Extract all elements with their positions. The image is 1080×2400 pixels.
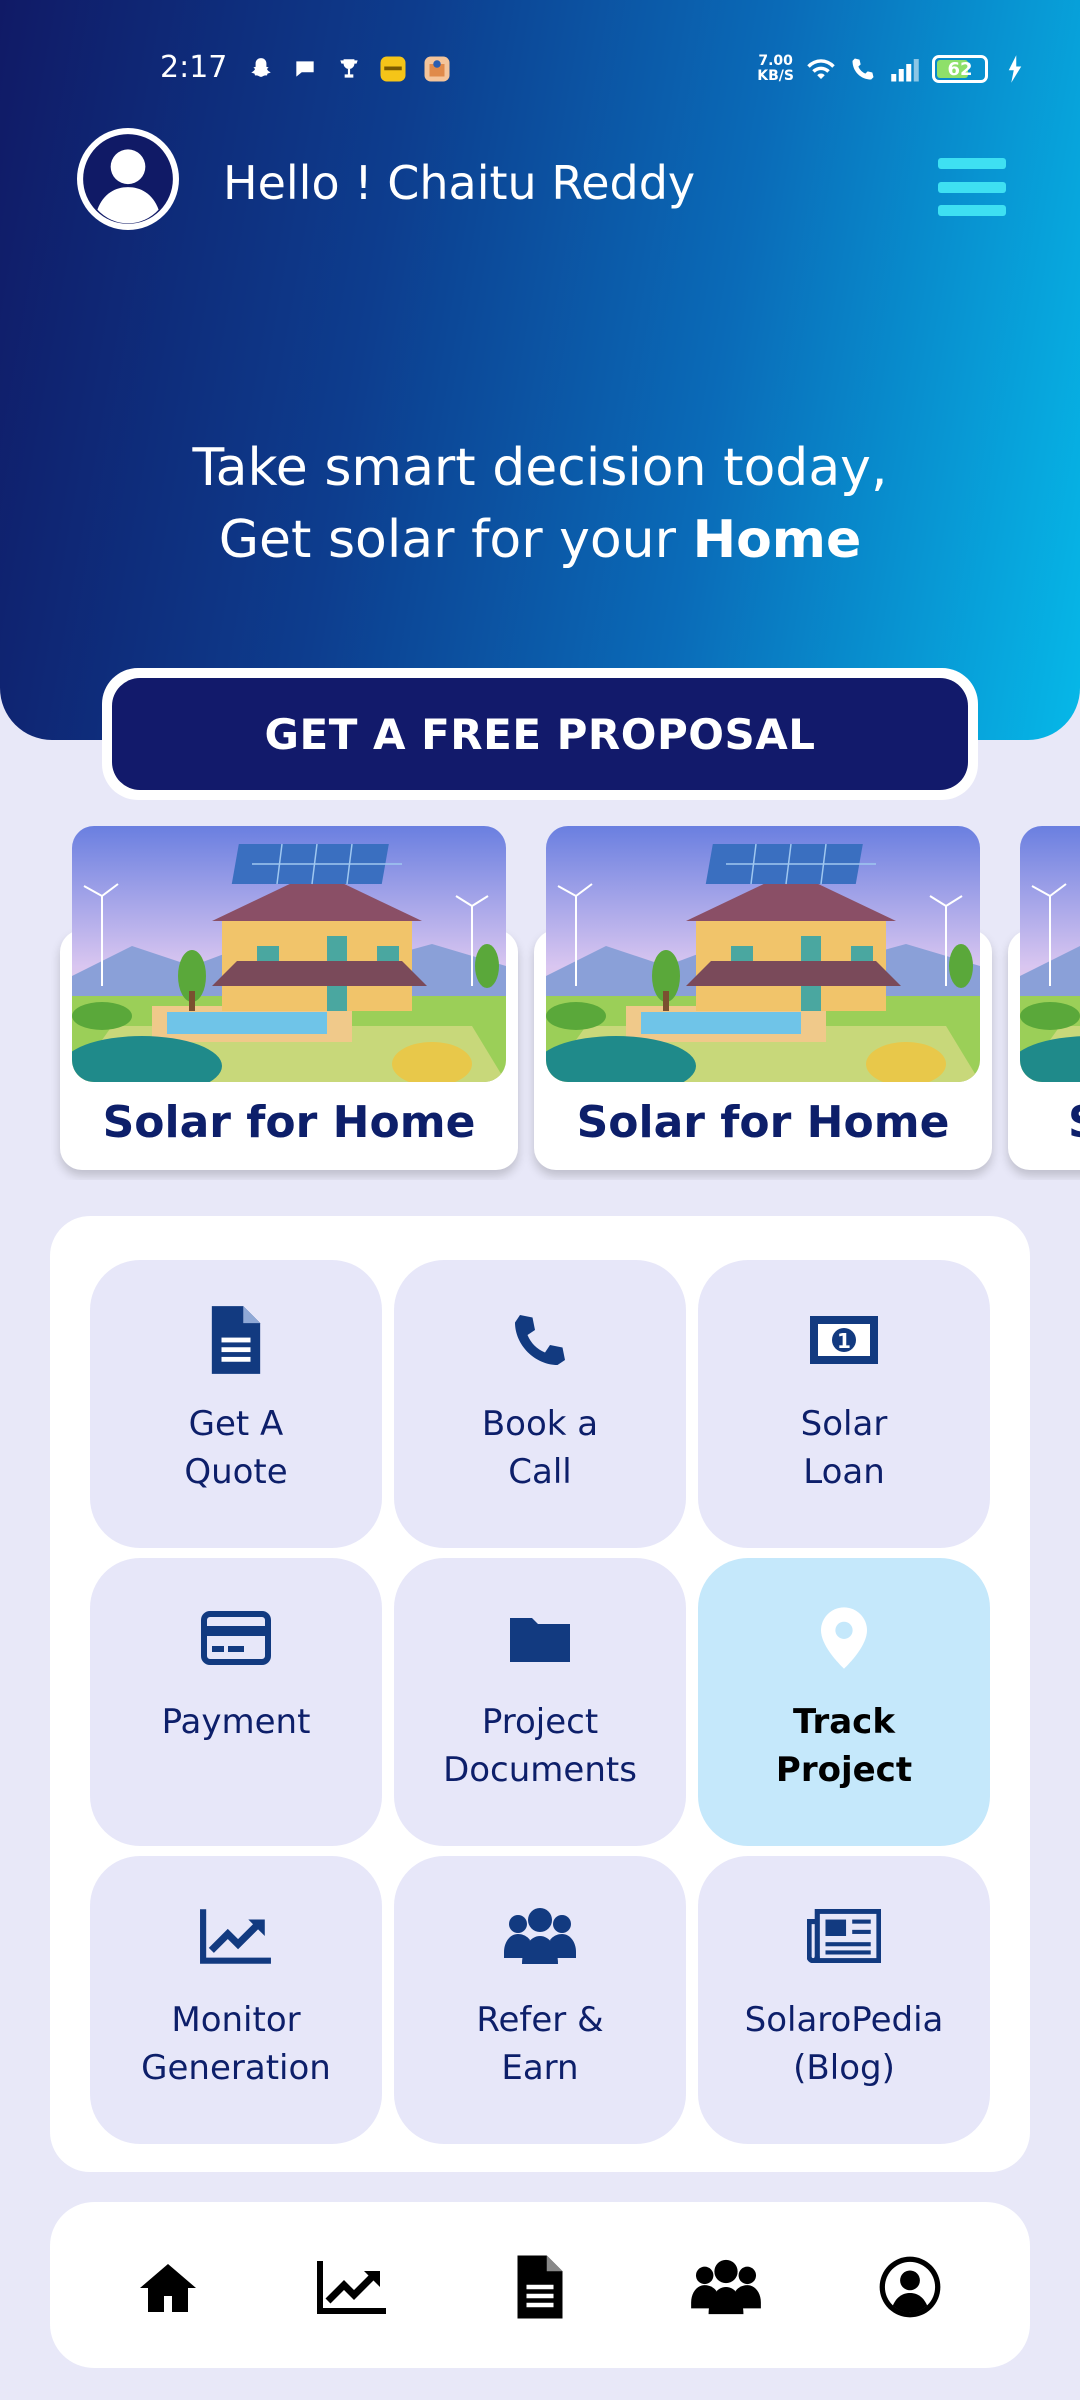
tile-solar-loan[interactable]: 1 Solar Loan bbox=[698, 1260, 990, 1548]
svg-text:1: 1 bbox=[837, 1329, 851, 1353]
hero-banner bbox=[0, 0, 1080, 740]
tile-label-line2: Quote bbox=[184, 1452, 288, 1492]
tile-label-line2: Generation bbox=[141, 2048, 331, 2088]
tile-label: Monitor Generation bbox=[141, 1996, 331, 2092]
nav-profile[interactable] bbox=[870, 2252, 950, 2322]
app-box-icon bbox=[422, 54, 452, 84]
hamburger-menu-icon[interactable] bbox=[938, 158, 1006, 216]
credit-card-icon bbox=[196, 1598, 276, 1678]
trophy-icon bbox=[334, 54, 364, 84]
system-indicators: 7.00 KB/S 62 bbox=[757, 54, 1030, 84]
status-time: 2:17 bbox=[160, 50, 228, 85]
greeting-text: Hello ! Chaitu Reddy bbox=[223, 156, 696, 210]
tile-refer-and-earn[interactable]: Refer & Earn bbox=[394, 1856, 686, 2144]
tagline-bold: Home bbox=[692, 510, 862, 570]
money-icon: 1 bbox=[804, 1300, 884, 1380]
tile-label: Get A Quote bbox=[184, 1400, 287, 1496]
app-yellow-icon bbox=[378, 54, 408, 84]
tile-label-line2: Documents bbox=[443, 1750, 637, 1790]
tile-label-line1: SolaroPedia bbox=[744, 2000, 944, 2040]
charging-icon bbox=[1000, 54, 1030, 84]
notification-icons bbox=[246, 54, 452, 84]
tagline-prefix: Get solar for your bbox=[218, 510, 693, 570]
tile-payment[interactable]: Payment bbox=[90, 1558, 382, 1846]
tile-label: Book a Call bbox=[482, 1400, 598, 1496]
tile-label-line2: Call bbox=[508, 1452, 572, 1492]
tile-label: Solar Loan bbox=[801, 1400, 888, 1496]
tile-book-a-call[interactable]: Book a Call bbox=[394, 1260, 686, 1548]
tile-label-line1: Monitor bbox=[171, 2000, 301, 2040]
user-circle-icon bbox=[83, 134, 173, 224]
tile-label-line1: Refer & bbox=[476, 2000, 604, 2040]
services-panel: Get A Quote Book a Call 1 Solar Loan Pay… bbox=[50, 1216, 1030, 2172]
tile-label-line1: Project bbox=[481, 1702, 599, 1742]
hero-tagline: Take smart decision today, Get solar for… bbox=[0, 432, 1080, 576]
chat-bubble-icon bbox=[290, 54, 320, 84]
solar-house-image bbox=[546, 826, 980, 1082]
chart-line-icon bbox=[196, 1896, 276, 1976]
phone-icon bbox=[500, 1300, 580, 1380]
card-title: Solar for Home bbox=[1008, 1097, 1080, 1148]
speed-unit: KB/S bbox=[757, 68, 794, 84]
tile-label-line1: Get A bbox=[188, 1404, 284, 1444]
tile-label-line2: Project bbox=[775, 1750, 913, 1790]
battery-level: 62 bbox=[947, 58, 973, 80]
document-icon bbox=[517, 2255, 563, 2319]
nav-refer[interactable] bbox=[686, 2252, 766, 2322]
tile-label-line1: Track bbox=[793, 1702, 895, 1742]
tile-label: SolaroPedia (Blog) bbox=[745, 1996, 944, 2092]
document-icon bbox=[196, 1300, 276, 1380]
get-free-proposal-button[interactable]: GET A FREE PROPOSAL bbox=[112, 678, 968, 790]
tile-track-project[interactable]: Track Project bbox=[698, 1558, 990, 1846]
home-icon bbox=[140, 2264, 196, 2312]
tile-monitor-generation[interactable]: Monitor Generation bbox=[90, 1856, 382, 2144]
profile-avatar[interactable] bbox=[77, 128, 179, 230]
tagline-line2: Get solar for your Home bbox=[0, 504, 1080, 576]
bottom-navigation bbox=[50, 2202, 1030, 2368]
status-bar: 2:17 7.00 KB/S 62 bbox=[0, 40, 1080, 104]
tile-label-line2: Loan bbox=[803, 1452, 885, 1492]
user-circle-icon bbox=[879, 2256, 941, 2318]
speed-value: 7.00 bbox=[758, 53, 793, 69]
network-speed: 7.00 KB/S bbox=[757, 54, 794, 84]
card-title: Solar for Home bbox=[102, 1097, 476, 1148]
nav-documents[interactable] bbox=[500, 2252, 580, 2322]
newspaper-icon bbox=[804, 1896, 884, 1976]
tile-label-line2: (Blog) bbox=[793, 2048, 895, 2088]
chart-line-icon bbox=[317, 2261, 386, 2314]
nav-home[interactable] bbox=[128, 2252, 208, 2322]
tagline-line1: Take smart decision today, bbox=[192, 438, 888, 498]
solar-house-image bbox=[1020, 826, 1080, 1082]
tile-label-line1: Solar bbox=[800, 1404, 888, 1444]
wifi-icon bbox=[806, 54, 836, 84]
proposal-button-frame: GET A FREE PROPOSAL bbox=[102, 668, 978, 800]
card-title: Solar for Home bbox=[576, 1097, 950, 1148]
users-icon bbox=[500, 1896, 580, 1976]
tile-project-documents[interactable]: Project Documents bbox=[394, 1558, 686, 1846]
tile-label: Project Documents bbox=[443, 1698, 637, 1794]
tile-label-line1: Book a bbox=[481, 1404, 599, 1444]
tile-label-line1: Payment bbox=[161, 1702, 311, 1742]
battery-icon: 62 bbox=[932, 55, 988, 83]
tile-solaropedia-blog[interactable]: SolaroPedia (Blog) bbox=[698, 1856, 990, 2144]
nav-monitor[interactable] bbox=[312, 2252, 392, 2322]
solar-carousel[interactable]: Solar for Home Solar for Home bbox=[0, 820, 1080, 1180]
tile-label: Payment bbox=[162, 1698, 311, 1746]
folder-icon bbox=[500, 1598, 580, 1678]
location-pin-icon bbox=[804, 1598, 884, 1678]
tile-get-a-quote[interactable]: Get A Quote bbox=[90, 1260, 382, 1548]
tile-label: Track Project bbox=[776, 1698, 912, 1794]
users-icon bbox=[691, 2259, 761, 2315]
tile-label-line2: Earn bbox=[501, 2048, 579, 2088]
wifi-call-icon bbox=[848, 54, 878, 84]
signal-icon bbox=[890, 54, 920, 84]
tile-label: Refer & Earn bbox=[476, 1996, 603, 2092]
solar-house-image bbox=[72, 826, 506, 1082]
snapchat-icon bbox=[246, 54, 276, 84]
